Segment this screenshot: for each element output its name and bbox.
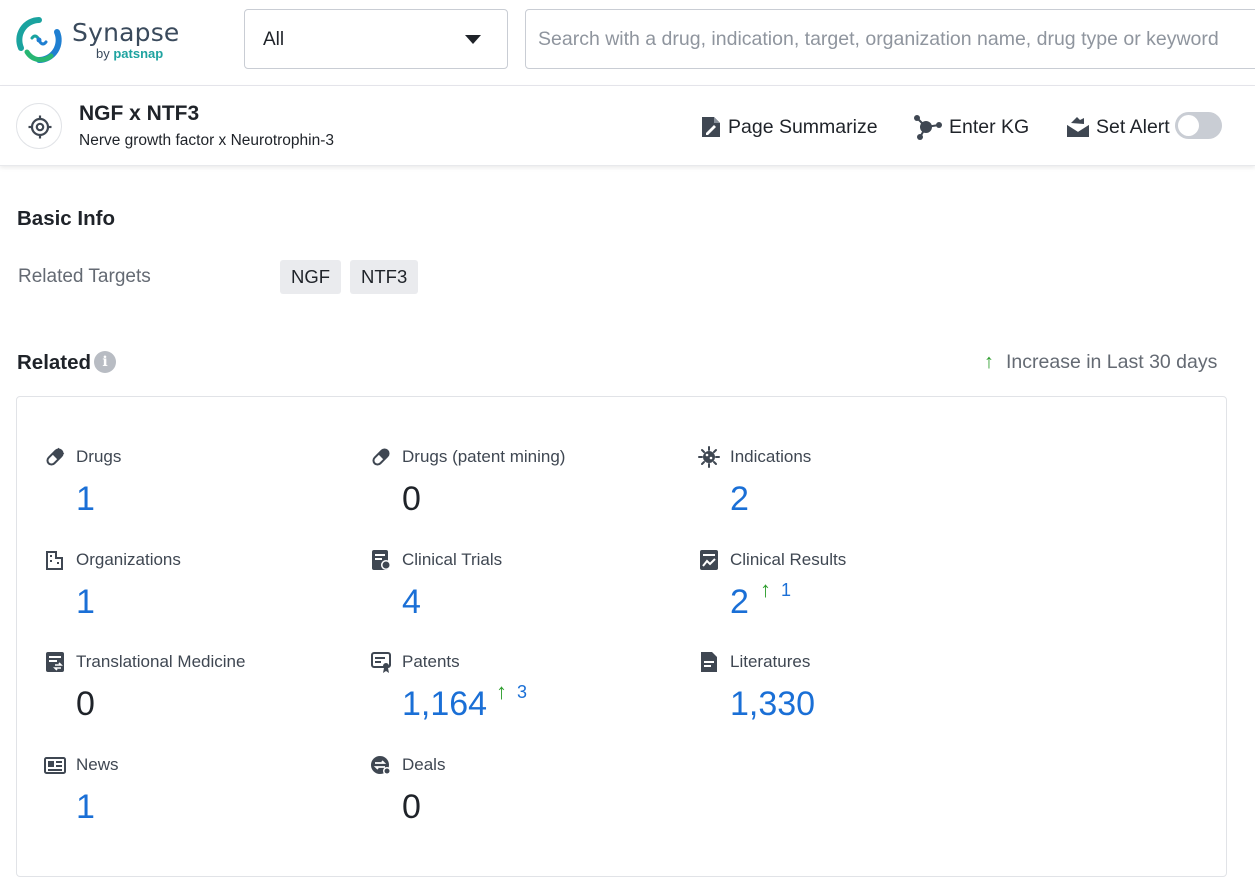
increase-arrow-icon: ↑ — [496, 682, 507, 702]
stat-value: 0 — [76, 685, 95, 724]
brand-by: by — [96, 46, 110, 61]
increase-arrow-icon: ↑ — [760, 580, 771, 600]
alert-mail-icon — [1066, 116, 1090, 138]
stat-value[interactable]: 1,164 — [402, 685, 487, 724]
related-targets-label: Related Targets — [18, 266, 151, 288]
virus-icon — [698, 446, 720, 468]
top-bar: Synapse by patsnap All — [0, 0, 1255, 86]
stat-label: Translational Medicine — [76, 652, 245, 672]
summarize-icon — [700, 115, 722, 139]
increase-legend-label: Increase in Last 30 days — [1006, 351, 1217, 374]
search-box[interactable] — [525, 9, 1255, 69]
page-title: NGF x NTF3 — [79, 102, 199, 126]
set-alert-label: Set Alert — [1096, 116, 1170, 139]
page-summarize-label: Page Summarize — [728, 116, 878, 139]
stat-value[interactable]: 2 — [730, 583, 749, 622]
stat-label: Patents — [402, 652, 460, 672]
increase-badge: ↑ 3 — [496, 682, 527, 703]
brand-company: patsnap — [113, 46, 163, 61]
stat-value[interactable]: 1 — [76, 788, 95, 827]
info-icon[interactable]: i — [94, 351, 116, 373]
page-summarize-button[interactable]: Page Summarize — [700, 112, 878, 142]
stat-indications[interactable]: Indications 2 — [698, 446, 1018, 526]
search-scope-select[interactable]: All — [244, 9, 508, 69]
target-icon — [16, 103, 62, 149]
related-heading: Related — [17, 351, 91, 375]
increase-count: 3 — [517, 682, 527, 703]
stat-label: Literatures — [730, 652, 810, 672]
stat-value[interactable]: 2 — [730, 480, 749, 519]
toggle-knob — [1178, 115, 1199, 136]
stat-label: Organizations — [76, 550, 181, 570]
increase-badge: ↑ 1 — [760, 580, 791, 601]
increase-count: 1 — [781, 580, 791, 601]
synapse-logo[interactable]: Synapse by patsnap — [15, 16, 175, 66]
stat-value[interactable]: 1 — [76, 583, 95, 622]
building-icon — [44, 549, 66, 571]
stat-label: Clinical Results — [730, 550, 846, 570]
entity-header: NGF x NTF3 Nerve growth factor x Neurotr… — [0, 86, 1255, 166]
caret-down-icon — [465, 35, 481, 44]
translational-icon — [44, 651, 66, 673]
stat-patents[interactable]: Patents 1,164 ↑ 3 — [370, 651, 690, 731]
stat-value[interactable]: 1,330 — [730, 685, 815, 724]
clinical-results-icon — [698, 549, 720, 571]
stat-organizations[interactable]: Organizations 1 — [44, 549, 364, 629]
set-alert-button[interactable]: Set Alert — [1066, 112, 1170, 142]
stat-label: Deals — [402, 755, 445, 775]
target-tag-ntf3[interactable]: NTF3 — [350, 260, 418, 294]
increase-legend: ↑ Increase in Last 30 days — [984, 351, 1217, 374]
stat-clinical-results[interactable]: Clinical Results 2 ↑ 1 — [698, 549, 1018, 629]
brand-byline: by patsnap — [96, 46, 163, 61]
stat-value[interactable]: 1 — [76, 480, 95, 519]
stat-label: News — [76, 755, 119, 775]
stat-deals[interactable]: Deals 0 — [370, 754, 690, 834]
stat-label: Drugs — [76, 447, 121, 467]
target-tag-ngf[interactable]: NGF — [280, 260, 341, 294]
stat-news[interactable]: News 1 — [44, 754, 364, 834]
stat-drugs[interactable]: Drugs 1 — [44, 446, 364, 526]
basic-info-heading: Basic Info — [17, 207, 115, 231]
search-scope-value: All — [263, 29, 284, 51]
search-input[interactable] — [526, 10, 1255, 68]
stat-label: Clinical Trials — [402, 550, 502, 570]
stat-value[interactable]: 4 — [402, 583, 421, 622]
set-alert-toggle[interactable] — [1175, 112, 1222, 139]
stat-label: Drugs (patent mining) — [402, 447, 565, 467]
pill-icon — [44, 446, 66, 468]
stat-value: 0 — [402, 788, 421, 827]
synapse-logo-icon — [15, 16, 63, 64]
patent-icon — [370, 651, 392, 673]
stat-literatures[interactable]: Literatures 1,330 — [698, 651, 1018, 731]
enter-kg-button[interactable]: Enter KG — [913, 112, 1029, 142]
stat-value: 0 — [402, 480, 421, 519]
stat-clinical-trials[interactable]: Clinical Trials 4 — [370, 549, 690, 629]
pill-icon — [370, 446, 392, 468]
clinical-trials-icon — [370, 549, 392, 571]
deals-icon — [370, 754, 392, 776]
stat-drugs-patent-mining[interactable]: Drugs (patent mining) 0 — [370, 446, 690, 526]
page-subtitle: Nerve growth factor x Neurotrophin-3 — [79, 132, 334, 150]
brand-name: Synapse — [72, 18, 180, 47]
increase-arrow-icon: ↑ — [984, 351, 994, 374]
knowledge-graph-icon — [913, 114, 943, 140]
news-icon — [44, 754, 66, 776]
literature-icon — [698, 651, 720, 673]
stat-label: Indications — [730, 447, 811, 467]
enter-kg-label: Enter KG — [949, 116, 1029, 139]
stat-translational-medicine[interactable]: Translational Medicine 0 — [44, 651, 364, 731]
